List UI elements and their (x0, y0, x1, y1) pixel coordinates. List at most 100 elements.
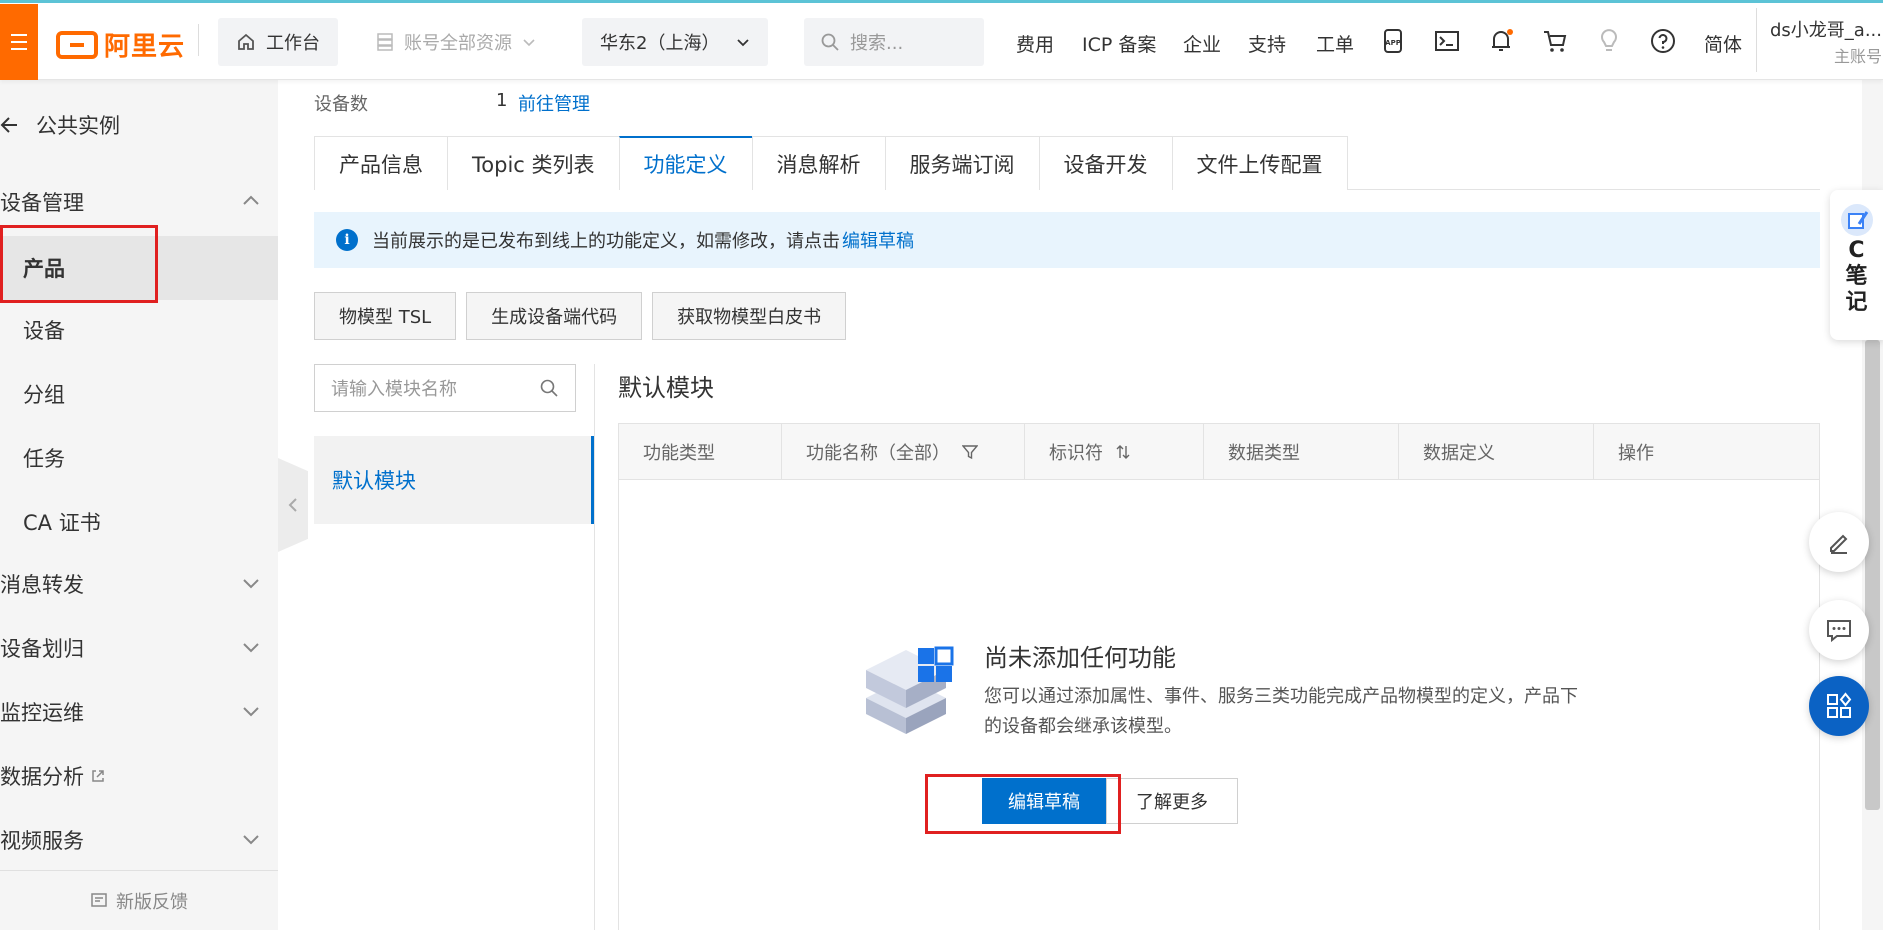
scrollbar-thumb[interactable] (1865, 340, 1880, 810)
tab-product-info[interactable]: 产品信息 (314, 136, 448, 190)
brand-name: 阿里云 (104, 32, 186, 62)
edit-icon (1830, 534, 1848, 554)
sidebar-group-monitoring[interactable]: 监控运维 (0, 682, 278, 742)
float-chat-button[interactable] (1809, 600, 1869, 660)
column-function-name[interactable]: 功能名称（全部） (782, 424, 1025, 480)
account-resources-dropdown[interactable]: 账号全部资源 (358, 18, 554, 66)
notice-text: 当前展示的是已发布到线上的功能定义，如需修改，请点击 (372, 231, 840, 252)
chevron-down-icon (523, 39, 535, 47)
chevron-down-icon (737, 39, 749, 47)
column-label: 操作 (1618, 443, 1654, 464)
table-header: 功能类型 功能名称（全部） 标识符 数据类型 数据定义 操作 (619, 424, 1819, 480)
database-icon (377, 33, 393, 51)
aliyun-logo[interactable]: 阿里云 (56, 26, 185, 63)
workbench-button[interactable]: 工作台 (218, 18, 338, 66)
feedback-button[interactable]: 新版反馈 (0, 870, 278, 930)
tab-topic-list[interactable]: Topic 类列表 (447, 136, 620, 190)
feedback-label: 新版反馈 (116, 891, 188, 913)
tab-server-subscription[interactable]: 服务端订阅 (884, 136, 1040, 190)
tab-function-definition[interactable]: 功能定义 (618, 136, 753, 190)
column-label: 功能名称（全部） (806, 443, 950, 464)
sort-icon[interactable] (1115, 444, 1131, 460)
module-search-input[interactable]: 请输入模块名称 (314, 364, 576, 412)
sidebar-item-label: 监控运维 (0, 701, 84, 725)
cart-icon[interactable] (1542, 28, 1568, 54)
sidebar-group-video-service[interactable]: 视频服务 (0, 810, 278, 870)
page: 阿里云 工作台 账号全部资源 华东2（上海） 搜索... 费用 ICP 备案 企… (0, 0, 1883, 930)
sidebar-group-device-management[interactable]: 设备管理 (0, 172, 278, 232)
module-list-item-default[interactable]: 默认模块 (314, 436, 594, 524)
lightbulb-icon[interactable] (1596, 28, 1622, 54)
sidebar-item-task[interactable]: 任务 (0, 428, 278, 488)
sidebar: 公共实例 设备管理 产品 设备 分组 任务 CA 证书 消息转发 设备划归 监控… (0, 80, 278, 930)
language-switch[interactable]: 简体 (1704, 30, 1742, 57)
nav-billing[interactable]: 费用 (1016, 30, 1054, 57)
column-identifier[interactable]: 标识符 (1025, 424, 1204, 480)
function-table: 功能类型 功能名称（全部） 标识符 数据类型 数据定义 操作 (618, 423, 1820, 930)
bell-icon[interactable] (1488, 28, 1514, 54)
help-icon[interactable] (1650, 28, 1676, 54)
chat-icon (1827, 620, 1851, 643)
c-notes-widget[interactable]: C笔记 (1830, 190, 1883, 340)
top-accent-line (0, 0, 1883, 3)
column-data-definition: 数据定义 (1399, 424, 1594, 480)
region-dropdown[interactable]: 华东2（上海） (582, 18, 768, 66)
tsl-model-button[interactable]: 物模型 TSL (314, 292, 457, 340)
menu-button[interactable] (0, 4, 38, 80)
region-label: 华东2（上海） (600, 33, 720, 54)
divider (198, 24, 199, 56)
sidebar-item-ca-cert[interactable]: CA 证书 (0, 492, 278, 552)
sidebar-item-group[interactable]: 分组 (0, 364, 278, 424)
notice-edit-draft-link[interactable]: 编辑草稿 (842, 227, 914, 253)
search-icon (540, 379, 558, 397)
sidebar-item-label: 数据分析 (0, 765, 84, 789)
float-edit-button[interactable] (1809, 512, 1869, 572)
sidebar-group-device-assignment[interactable]: 设备划归 (0, 618, 278, 678)
sidebar-item-label: 设备管理 (0, 191, 84, 215)
back-to-public-instance[interactable]: 公共实例 (0, 110, 120, 140)
module-search-placeholder: 请输入模块名称 (331, 379, 457, 400)
tsl-actions: 物模型 TSL 生成设备端代码 获取物模型白皮书 (314, 292, 847, 340)
chevron-up-icon (243, 195, 259, 205)
sidebar-link-data-analysis[interactable]: 数据分析 (0, 746, 278, 806)
user-account-menu[interactable]: ds小龙哥_a... 主账号 (1770, 18, 1882, 70)
divider (1756, 8, 1757, 72)
product-tabs: 产品信息 Topic 类列表 功能定义 消息解析 服务端订阅 设备开发 文件上传… (314, 136, 1820, 190)
nav-support[interactable]: 支持 (1248, 30, 1286, 57)
sidebar-item-device[interactable]: 设备 (0, 300, 278, 360)
generate-device-code-button[interactable]: 生成设备端代码 (466, 292, 643, 340)
terminal-icon[interactable] (1434, 28, 1460, 54)
nav-icp[interactable]: ICP 备案 (1082, 30, 1156, 57)
empty-state-description: 您可以通过添加属性、事件、服务三类功能完成产品物模型的定义，产品下的设备都会继承… (984, 686, 1578, 737)
filter-icon[interactable] (962, 444, 978, 460)
column-operation: 操作 (1594, 424, 1819, 480)
tab-message-parsing[interactable]: 消息解析 (751, 136, 886, 190)
column-label: 标识符 (1049, 443, 1103, 464)
tsl-whitepaper-button[interactable]: 获取物模型白皮书 (652, 292, 847, 340)
chevron-down-icon (243, 835, 259, 845)
app-icon[interactable]: APP (1380, 28, 1406, 54)
chevron-down-icon (243, 643, 259, 653)
column-label: 功能类型 (643, 443, 715, 464)
sidebar-group-message-forwarding[interactable]: 消息转发 (0, 554, 278, 614)
tab-file-upload-config[interactable]: 文件上传配置 (1171, 136, 1348, 190)
user-role: 主账号 (1833, 47, 1882, 66)
column-function-type: 功能类型 (619, 424, 782, 480)
global-search-input[interactable]: 搜索... (804, 18, 984, 66)
sidebar-item-label: 设备 (23, 319, 65, 343)
column-label: 数据类型 (1228, 443, 1300, 464)
external-link-icon (92, 770, 104, 782)
highlight-box-edit-draft (925, 774, 1121, 834)
nav-ticket[interactable]: 工单 (1316, 30, 1354, 57)
chevron-down-icon (243, 579, 259, 589)
module-title: 默认模块 (618, 374, 714, 402)
nav-enterprise[interactable]: 企业 (1183, 30, 1221, 57)
learn-more-button[interactable]: 了解更多 (1106, 778, 1238, 824)
account-resources-label: 账号全部资源 (404, 33, 512, 54)
device-manage-link[interactable]: 前往管理 (518, 90, 590, 116)
float-apps-button[interactable] (1809, 676, 1869, 736)
hamburger-icon (11, 34, 27, 50)
feedback-icon (91, 892, 107, 907)
tab-device-development[interactable]: 设备开发 (1038, 136, 1173, 190)
empty-state-title: 尚未添加任何功能 (984, 644, 1176, 672)
